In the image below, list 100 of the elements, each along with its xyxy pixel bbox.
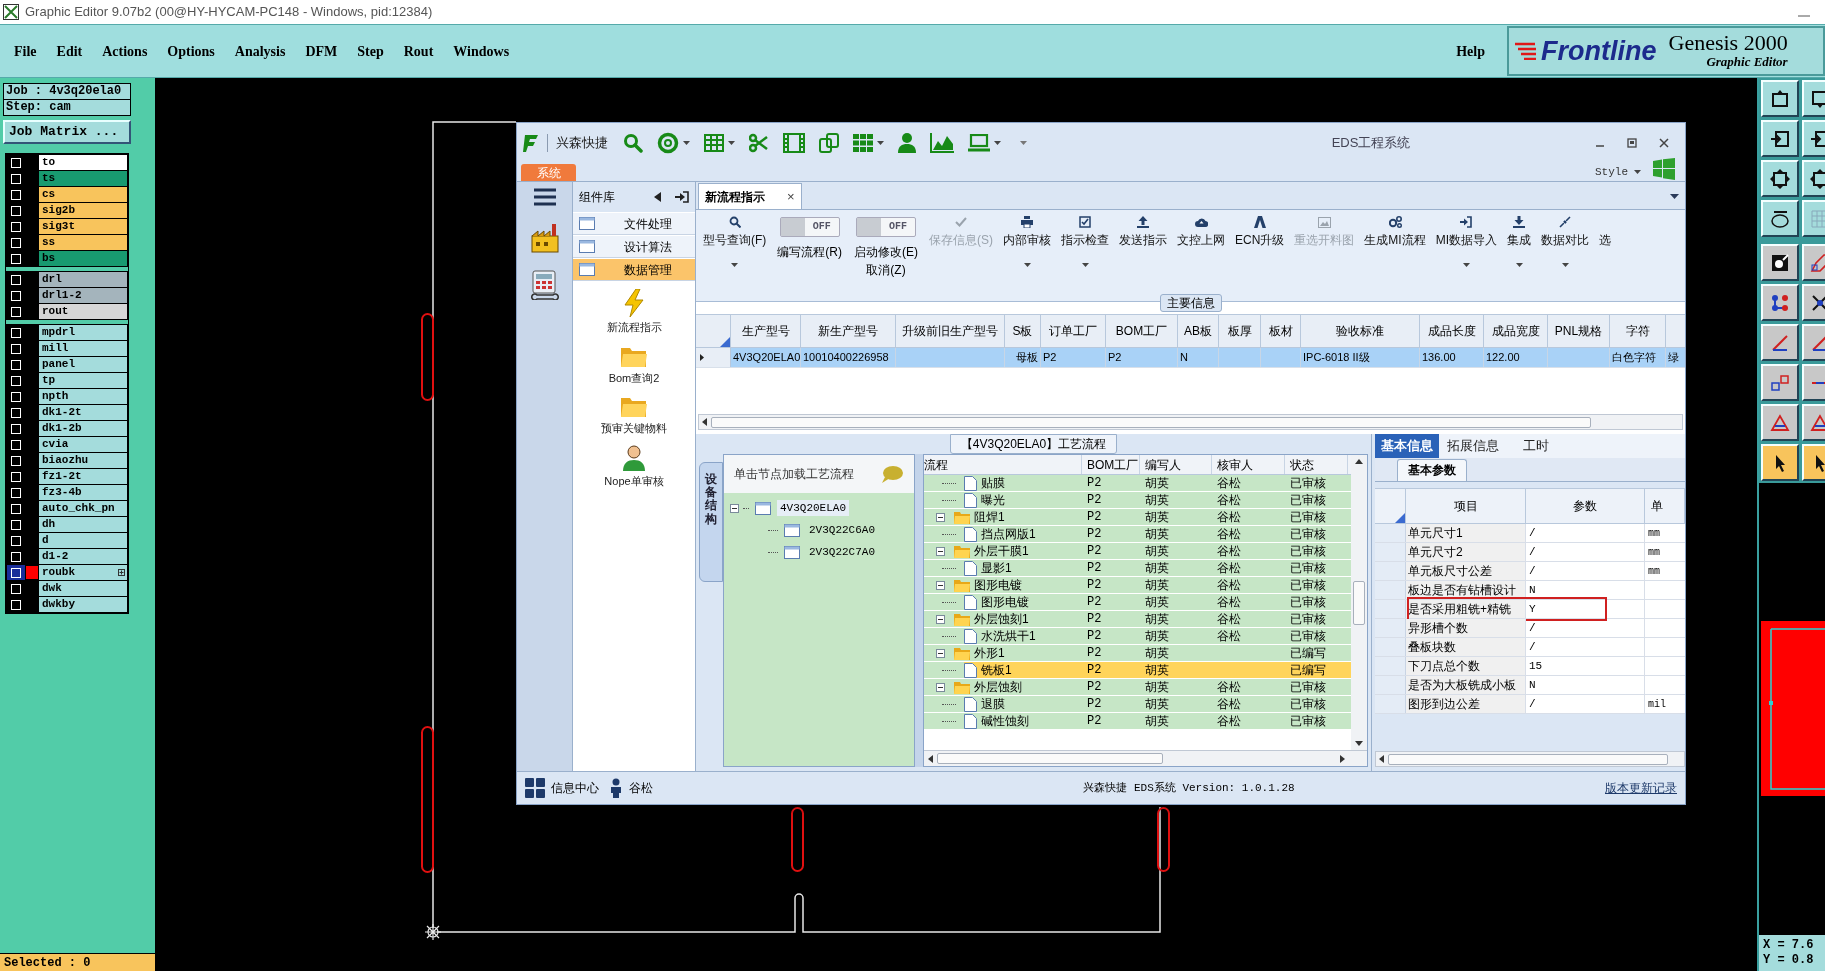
menu-item[interactable]: Options <box>167 40 215 62</box>
launcher-button[interactable]: 预审关键物料 <box>573 394 695 437</box>
collapse-icon[interactable] <box>936 648 945 658</box>
layer-checkbox[interactable] <box>11 535 21 546</box>
collapse-icon[interactable] <box>936 580 945 590</box>
layer-checkbox[interactable] <box>11 173 21 184</box>
menu-item[interactable]: Rout <box>403 40 434 62</box>
layer-name[interactable]: rout <box>39 304 127 319</box>
scroll-right-icon[interactable] <box>1340 754 1345 763</box>
column-header[interactable]: 新生产型号 <box>801 315 896 347</box>
layer-name[interactable]: roubk <box>39 565 127 580</box>
layer-checkbox[interactable] <box>11 290 21 301</box>
process-row[interactable]: 铣板1 P2 胡英 已编写 <box>964 662 1351 678</box>
launcher-button[interactable]: Bom查询2 <box>573 343 695 386</box>
tree-node[interactable]: 4V3Q20ELA0 <box>777 499 849 517</box>
column-header[interactable]: PNL规格 <box>1548 315 1610 347</box>
column-header[interactable]: 板厚 <box>1219 315 1261 347</box>
ribbon-button[interactable]: 型号查询(F) <box>698 213 772 267</box>
layer-checkbox[interactable] <box>11 439 21 450</box>
status-text[interactable]: 信息中心 <box>551 779 599 797</box>
layer-checkbox[interactable] <box>11 359 21 370</box>
column-header[interactable]: 编写人 <box>1140 455 1212 474</box>
tool-button[interactable] <box>1761 200 1799 237</box>
layer-checkbox[interactable] <box>11 205 21 216</box>
column-header[interactable]: 订单工厂 <box>1041 315 1106 347</box>
layer-name[interactable]: panel <box>39 357 127 372</box>
menu-item[interactable]: Windows <box>453 40 510 62</box>
layer-checkbox[interactable] <box>11 567 21 578</box>
column-header[interactable]: 成品长度 <box>1420 315 1484 347</box>
layer-checkbox[interactable] <box>11 221 21 232</box>
tree-node[interactable]: 2V3Q22C6A0 <box>806 521 878 539</box>
tool-button[interactable] <box>1761 404 1799 441</box>
layer-checkbox[interactable] <box>11 423 21 434</box>
layer-name[interactable]: d <box>39 533 127 548</box>
column-header[interactable]: 验收标准 <box>1301 315 1420 347</box>
caret-icon[interactable] <box>1515 263 1523 267</box>
ribbon-button[interactable]: 发送指示 <box>1114 213 1172 249</box>
display-swatch[interactable] <box>26 566 38 579</box>
layer-name[interactable]: to <box>39 155 127 170</box>
layer-name[interactable]: bs <box>39 251 127 266</box>
layer-name[interactable]: drl <box>39 272 127 287</box>
menu-item[interactable]: Actions <box>102 40 148 62</box>
scrollbar-thumb[interactable] <box>1353 580 1365 625</box>
layer-name[interactable]: npth <box>39 389 127 404</box>
column-header[interactable]: 板材 <box>1261 315 1301 347</box>
triangle-left-icon[interactable] <box>654 192 661 202</box>
grid-icon[interactable] <box>525 778 545 798</box>
layer-checkbox[interactable] <box>11 455 21 466</box>
menu-item[interactable]: Analysis <box>234 40 286 62</box>
layer-name[interactable]: dwkby <box>39 597 127 612</box>
sub-tab[interactable]: 基本参数 <box>1397 459 1467 481</box>
vertical-scrollbar[interactable] <box>1351 455 1367 750</box>
layer-name[interactable]: dh <box>39 517 127 532</box>
caret-icon[interactable] <box>1462 263 1470 267</box>
tool-button[interactable] <box>1761 444 1799 481</box>
layer-checkbox[interactable] <box>11 327 21 338</box>
style-menu[interactable]: Style <box>1595 163 1641 180</box>
layer-checkbox[interactable] <box>11 157 21 168</box>
collapse-icon[interactable] <box>936 614 945 624</box>
column-header[interactable]: 参数 <box>1526 489 1645 523</box>
layer-name[interactable]: dk1-2b <box>39 421 127 436</box>
scrollbar-thumb[interactable] <box>1388 753 1668 765</box>
column-header[interactable]: 状态 <box>1285 455 1348 474</box>
layer-checkbox[interactable] <box>11 583 21 594</box>
component-category[interactable]: 文件处理 <box>573 213 695 235</box>
caret-icon[interactable] <box>1561 263 1569 267</box>
scroll-left-icon[interactable] <box>928 754 933 763</box>
layer-name[interactable]: auto_chk_pn <box>39 501 127 516</box>
caret-icon[interactable] <box>994 141 1001 145</box>
toggle-switch[interactable]: OFF <box>779 217 840 237</box>
layer-checkbox[interactable] <box>11 253 21 264</box>
layer-checkbox[interactable] <box>11 503 21 514</box>
layer-name[interactable]: ts <box>39 171 127 186</box>
layer-name[interactable]: fz1-2t <box>39 469 127 484</box>
close-icon[interactable] <box>1659 138 1669 148</box>
layer-checkbox[interactable] <box>11 274 21 285</box>
toggle-switch[interactable]: OFF <box>856 217 916 237</box>
component-category[interactable]: 设计算法 <box>573 236 695 258</box>
caret-icon[interactable] <box>731 263 739 267</box>
layer-name[interactable]: dk1-2t <box>39 405 127 420</box>
scroll-left-icon[interactable] <box>702 418 707 426</box>
tool-button[interactable] <box>1761 80 1799 117</box>
layer-name[interactable]: dwk <box>39 581 127 596</box>
scrollbar-thumb[interactable] <box>937 753 1163 764</box>
factory-icon[interactable] <box>529 222 560 254</box>
layer-name[interactable]: ss <box>39 235 127 250</box>
caret-icon[interactable] <box>683 141 690 145</box>
launcher-button[interactable]: Nope单审核 <box>573 444 695 489</box>
layer-name[interactable]: cvia <box>39 437 127 452</box>
column-header[interactable]: AB板 <box>1178 315 1219 347</box>
column-header[interactable]: 升级前旧生产型号 <box>896 315 1005 347</box>
caret-icon[interactable] <box>1634 169 1641 174</box>
user-icon[interactable] <box>898 133 916 153</box>
layer-checkbox[interactable] <box>11 391 21 402</box>
horizontal-scrollbar[interactable] <box>924 750 1367 766</box>
calculator-icon[interactable] <box>530 270 559 300</box>
ribbon-button[interactable]: 生成MI流程 <box>1359 213 1431 249</box>
menu-item[interactable]: File <box>14 40 37 62</box>
collapse-icon[interactable] <box>730 503 739 513</box>
ribbon-button[interactable]: 文控上网 <box>1172 213 1230 249</box>
